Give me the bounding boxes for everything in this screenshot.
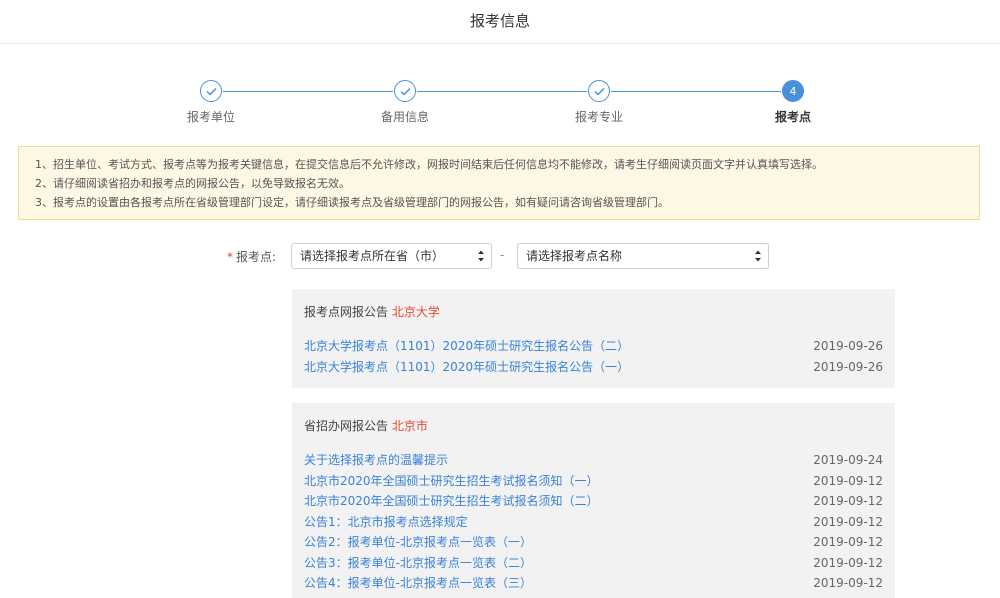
announcement-date: 2019-09-26: [813, 359, 883, 374]
exam-site-form-row: * 报考点: 请选择报考点所在省（市） - 请选择报考点名称: [0, 243, 1000, 269]
site-announcements-panel: 报考点网报公告 北京大学 北京大学报考点（1101）2020年硕士研究生报名公告…: [292, 289, 895, 388]
list-item: 公告2：报考单位-北京报考点一览表（一） 2019-09-12: [304, 532, 883, 553]
page-title: 报考信息: [469, 12, 530, 30]
step-1: 报考单位: [161, 80, 261, 125]
site-select-value: 请选择报考点名称: [526, 249, 623, 263]
notice-line: 1、招生单位、考试方式、报考点等为报考关键信息，在提交信息后不允许修改，网报时间…: [35, 158, 823, 171]
panel-title: 省招办网报公告 北京市: [304, 417, 883, 434]
announcement-link[interactable]: 公告4：报考单位-北京报考点一览表（三）: [304, 573, 532, 594]
list-item: 北京大学报考点（1101）2020年硕士研究生报名公告（二） 2019-09-2…: [304, 336, 883, 357]
list-item: 关于选择报考点的温馨提示 2019-09-24: [304, 450, 883, 471]
announcement-link[interactable]: 公告3：报考单位-北京报考点一览表（二）: [304, 553, 532, 574]
list-item: 公告4：报考单位-北京报考点一览表（三） 2019-09-12: [304, 573, 883, 594]
check-icon: [394, 80, 416, 102]
notice-line: 2、请仔细阅读省招办和报考点的网报公告，以免导致报名无效。: [35, 177, 350, 190]
announcement-date: 2019-09-12: [813, 473, 883, 488]
announcement-link[interactable]: 公告2：报考单位-北京报考点一览表（一）: [304, 532, 532, 553]
announcement-link[interactable]: 公告1：北京市报考点选择规定: [304, 512, 468, 533]
step-number-badge: 4: [782, 80, 804, 102]
check-icon: [588, 80, 610, 102]
province-select-value: 请选择报考点所在省（市）: [300, 249, 445, 263]
exam-site-label-text: 报考点:: [235, 250, 276, 264]
announcement-date: 2019-09-12: [813, 514, 883, 529]
progress-stepper: 报考单位 备用信息 报考专业 4 报考点: [0, 80, 1000, 130]
select-separator: -: [500, 248, 505, 262]
page-header: 报考信息: [0, 0, 1000, 44]
announcement-date: 2019-09-12: [813, 494, 883, 508]
panel-title-highlight: 北京大学: [391, 305, 440, 319]
announcement-link[interactable]: 北京市2020年全国硕士研究生招生考试报名须知（二）: [304, 491, 599, 512]
site-select[interactable]: 请选择报考点名称: [517, 243, 769, 269]
announcement-date: 2019-09-12: [813, 535, 883, 549]
announcement-date: 2019-09-26: [813, 339, 883, 353]
panel-title-text: 省招办网报公告: [304, 419, 389, 433]
list-item: 北京大学报考点（1101）2020年硕士研究生报名公告（一） 2019-09-2…: [304, 357, 883, 378]
province-select[interactable]: 请选择报考点所在省（市）: [291, 243, 492, 269]
step-number: 4: [789, 84, 797, 98]
list-item: 北京市2020年全国硕士研究生招生考试报名须知（一） 2019-09-12: [304, 471, 883, 492]
list-item: 公告1：北京市报考点选择规定 2019-09-12: [304, 512, 883, 533]
check-icon: [200, 80, 222, 102]
exam-site-label: * 报考点:: [200, 248, 276, 265]
step-label: 报考点: [774, 110, 811, 124]
notice-box: 1、招生单位、考试方式、报考点等为报考关键信息，在提交信息后不允许修改，网报时间…: [18, 146, 980, 220]
step-3: 报考专业: [549, 80, 649, 125]
step-label: 报考单位: [186, 110, 235, 124]
panel-title-text: 报考点网报公告: [304, 305, 389, 319]
announcement-link[interactable]: 关于选择报考点的温馨提示: [304, 450, 448, 471]
announcement-date: 2019-09-12: [813, 555, 883, 570]
select-arrows-icon: [755, 250, 761, 262]
list-item: 北京市2020年全国硕士研究生招生考试报名须知（二） 2019-09-12: [304, 491, 883, 512]
announcement-date: 2019-09-24: [813, 453, 883, 467]
panel-title-highlight: 北京市: [391, 419, 428, 433]
announcement-link[interactable]: 北京大学报考点（1101）2020年硕士研究生报名公告（一）: [304, 357, 629, 378]
step-4: 4 报考点: [743, 80, 843, 125]
announcement-link[interactable]: 北京大学报考点（1101）2020年硕士研究生报名公告（二）: [304, 336, 629, 357]
panel-title: 报考点网报公告 北京大学: [304, 303, 883, 320]
announcement-date: 2019-09-12: [813, 576, 883, 590]
notice-line: 3、报考点的设置由各报考点所在省级管理部门设定，请仔细读报考点及省级管理部门的网…: [35, 196, 669, 209]
announcement-link[interactable]: 北京市2020年全国硕士研究生招生考试报名须知（一）: [304, 471, 599, 492]
required-mark: *: [226, 250, 233, 264]
step-label: 备用信息: [380, 110, 429, 124]
select-arrows-icon: [478, 250, 484, 262]
step-2: 备用信息: [355, 80, 455, 125]
list-item: 公告3：报考单位-北京报考点一览表（二） 2019-09-12: [304, 553, 883, 574]
step-label: 报考专业: [574, 110, 623, 124]
province-announcements-panel: 省招办网报公告 北京市 关于选择报考点的温馨提示 2019-09-24 北京市2…: [292, 403, 895, 598]
